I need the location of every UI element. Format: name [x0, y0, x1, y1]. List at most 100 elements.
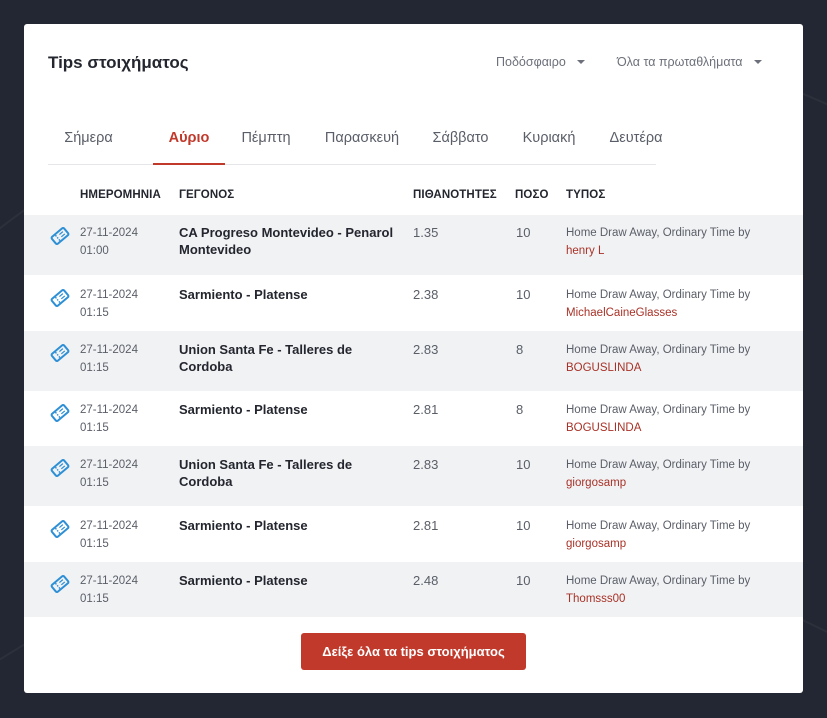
row-datetime: 27-11-2024 01:15	[80, 401, 160, 437]
row-event: CA Progreso Montevideo - Penarol Montevi…	[179, 225, 394, 257]
row-type: Home Draw Away, Ordinary Time by giorgosa…	[566, 517, 786, 553]
row-time: 01:15	[80, 422, 109, 434]
table-row[interactable]: 27-11-2024 01:15 Union Santa Fe - Talleres…	[24, 446, 803, 506]
ticket-icon	[50, 574, 70, 594]
row-stake: 10	[516, 518, 531, 533]
tab-thursday[interactable]: Πέμπτη	[226, 112, 306, 165]
row-type-text: Home Draw Away, Ordinary Time by	[566, 404, 751, 416]
row-user-link[interactable]: BOGUSLINDA	[566, 419, 786, 437]
row-user-link[interactable]: BOGUSLINDA	[566, 359, 786, 377]
tab-today[interactable]: Σήμερα	[48, 112, 129, 165]
row-event: Union Santa Fe - Talleres de Cordoba	[179, 342, 353, 374]
row-event: Sarmiento - Platense	[179, 518, 308, 533]
table-row[interactable]: 27-11-2024 01:00 CA Progreso Montevideo - …	[24, 215, 803, 275]
row-type: Home Draw Away, Ordinary Time by MichaelC…	[566, 286, 786, 322]
row-user-link[interactable]: Thomsss00	[566, 590, 786, 608]
row-type-text: Home Draw Away, Ordinary Time by	[566, 289, 751, 301]
row-datetime: 27-11-2024 01:15	[80, 341, 160, 377]
row-date: 27-11-2024	[80, 344, 138, 356]
row-date: 27-11-2024	[80, 459, 138, 471]
row-odds: 2.81	[413, 518, 439, 533]
table-header: ΗΜΕΡΟΜΗΝΙΑ ΓΕΓΟΝΟΣ ΠΙΘΑΝΟΤΗΤΕΣ ΠΟΣΟ ΤΥΠΟ…	[24, 189, 803, 207]
row-odds: 2.48	[413, 573, 439, 588]
league-filter-dropdown[interactable]: Όλα τα πρωταθλήματα	[617, 55, 762, 69]
table-row[interactable]: 27-11-2024 01:15 Sarmiento - Platense 2.38 1…	[24, 275, 803, 331]
row-odds: 1.35	[413, 225, 439, 240]
row-odds: 2.83	[413, 342, 439, 357]
row-type-text: Home Draw Away, Ordinary Time by	[566, 344, 751, 356]
row-stake: 10	[516, 287, 531, 302]
header-odds: ΠΙΘΑΝΟΤΗΤΕΣ	[413, 189, 497, 201]
tab-monday[interactable]: Δευτέρα	[595, 112, 677, 165]
row-type: Home Draw Away, Ordinary Time by giorgosa…	[566, 456, 786, 492]
betting-tips-card: Tips στοιχήματος Ποδόσφαιρο Όλα τα πρωτα…	[24, 24, 803, 693]
table-row[interactable]: 27-11-2024 01:15 Sarmiento - Platense 2.81 1…	[24, 506, 803, 562]
row-type: Home Draw Away, Ordinary Time by henry L	[566, 224, 786, 260]
row-datetime: 27-11-2024 01:15	[80, 286, 160, 322]
row-datetime: 27-11-2024 01:15	[80, 572, 160, 608]
row-date: 27-11-2024	[80, 227, 138, 239]
row-odds: 2.81	[413, 402, 439, 417]
row-date: 27-11-2024	[80, 289, 138, 301]
table-row[interactable]: 27-11-2024 01:15 Sarmiento - Platense 2.48 1…	[24, 562, 803, 617]
header-type: ΤΥΠΟΣ	[566, 189, 606, 201]
row-user-link[interactable]: giorgosamp	[566, 535, 786, 553]
row-type-text: Home Draw Away, Ordinary Time by	[566, 459, 751, 471]
day-tabs: Σήμερα Αύριο Πέμπτη Παρασκευή Σάββατο Κυ…	[48, 112, 662, 165]
row-event: Sarmiento - Platense	[179, 287, 308, 302]
header-date: ΗΜΕΡΟΜΗΝΙΑ	[80, 189, 161, 201]
row-datetime: 27-11-2024 01:00	[80, 224, 160, 260]
table-row[interactable]: 27-11-2024 01:15 Union Santa Fe - Talleres…	[24, 331, 803, 391]
row-type-text: Home Draw Away, Ordinary Time by	[566, 575, 751, 587]
row-type: Home Draw Away, Ordinary Time by BOGUSLIN…	[566, 341, 786, 377]
table-row[interactable]: 27-11-2024 01:15 Sarmiento - Platense 2.81 8…	[24, 391, 803, 446]
row-time: 01:00	[80, 245, 109, 257]
row-stake: 10	[516, 573, 531, 588]
row-type: Home Draw Away, Ordinary Time by Thomsss0…	[566, 572, 786, 608]
row-stake: 8	[516, 402, 524, 417]
row-datetime: 27-11-2024 01:15	[80, 456, 160, 492]
tab-friday[interactable]: Παρασκευή	[310, 112, 414, 165]
sport-filter-dropdown[interactable]: Ποδόσφαιρο	[496, 55, 585, 69]
row-time: 01:15	[80, 477, 109, 489]
row-date: 27-11-2024	[80, 520, 138, 532]
row-type: Home Draw Away, Ordinary Time by BOGUSLIN…	[566, 401, 786, 437]
row-user-link[interactable]: giorgosamp	[566, 474, 786, 492]
row-time: 01:15	[80, 362, 109, 374]
sport-filter-label: Ποδόσφαιρο	[496, 55, 566, 69]
row-time: 01:15	[80, 538, 109, 550]
row-stake: 8	[516, 342, 524, 357]
row-datetime: 27-11-2024 01:15	[80, 517, 160, 553]
league-filter-label: Όλα τα πρωταθλήματα	[617, 55, 743, 69]
row-odds: 2.83	[413, 457, 439, 472]
caret-down-icon	[576, 60, 585, 64]
row-user-link[interactable]: MichaelCaineGlasses	[566, 304, 786, 322]
row-type-text: Home Draw Away, Ordinary Time by	[566, 227, 751, 239]
row-stake: 10	[516, 457, 531, 472]
tab-sunday[interactable]: Κυριακή	[507, 112, 591, 165]
row-event: Sarmiento - Platense	[179, 573, 308, 588]
caret-down-icon	[753, 60, 762, 64]
row-time: 01:15	[80, 593, 109, 605]
ticket-icon	[50, 458, 70, 478]
row-date: 27-11-2024	[80, 404, 138, 416]
ticket-icon	[50, 519, 70, 539]
row-odds: 2.38	[413, 287, 439, 302]
row-user-link[interactable]: henry L	[566, 242, 786, 260]
row-date: 27-11-2024	[80, 575, 138, 587]
ticket-icon	[50, 343, 70, 363]
tab-saturday[interactable]: Σάββατο	[418, 112, 503, 165]
row-type-text: Home Draw Away, Ordinary Time by	[566, 520, 751, 532]
row-event: Sarmiento - Platense	[179, 402, 308, 417]
header-event: ΓΕΓΟΝΟΣ	[179, 189, 235, 201]
ticket-icon	[50, 226, 70, 246]
ticket-icon	[50, 288, 70, 308]
ticket-icon	[50, 403, 70, 423]
header-stake: ΠΟΣΟ	[515, 189, 549, 201]
row-time: 01:15	[80, 307, 109, 319]
row-stake: 10	[516, 225, 531, 240]
card-title: Tips στοιχήματος	[48, 53, 189, 72]
tab-tomorrow[interactable]: Αύριο	[153, 112, 225, 165]
show-all-tips-button[interactable]: Δείξε όλα τα tips στοιχήματος	[301, 633, 526, 670]
row-event: Union Santa Fe - Talleres de Cordoba	[179, 457, 353, 489]
